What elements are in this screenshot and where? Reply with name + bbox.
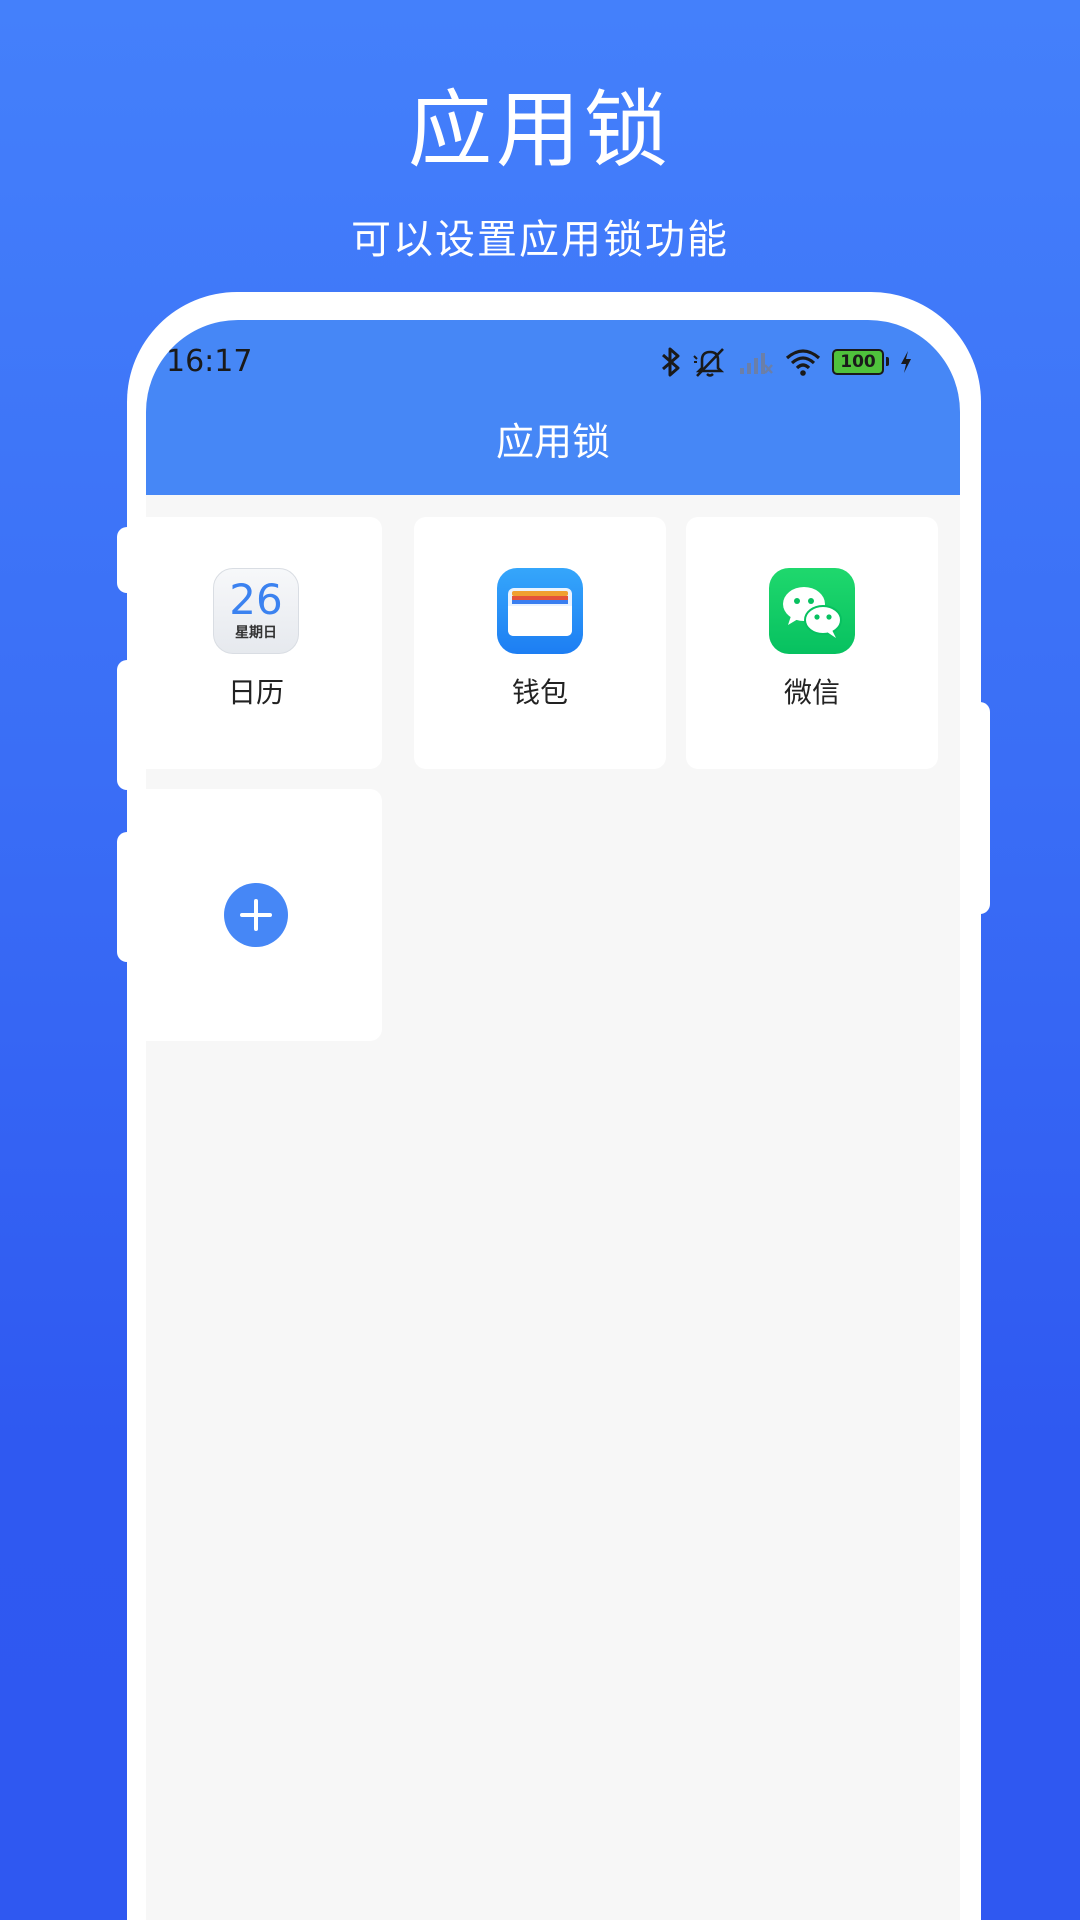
app-bar: 16:17 100 应用锁 [146, 320, 960, 495]
calendar-icon-date: 26 [229, 575, 283, 624]
bluetooth-icon [662, 347, 680, 377]
charging-icon [901, 351, 911, 373]
add-app-card[interactable] [146, 789, 382, 1041]
wifi-icon [785, 349, 821, 376]
phone-screen: 16:17 100 应用锁 26 星期日 日历 钱包 微信 [146, 320, 960, 1920]
status-time: 16:17 [166, 344, 253, 379]
app-card-wallet[interactable]: 钱包 [414, 517, 666, 769]
app-card-wechat[interactable]: 微信 [686, 517, 938, 769]
calendar-icon-weekday: 星期日 [235, 625, 277, 641]
signal-icon [740, 353, 773, 374]
battery-icon: 100 [832, 349, 889, 375]
app-label: 日历 [227, 676, 284, 709]
promo-page: 应用锁 可以设置应用锁功能 16:17 100 应用锁 26 星期日 日历 钱包… [0, 0, 1080, 1920]
calendar-icon: 26 星期日 [213, 568, 299, 654]
wallet-icon [497, 568, 583, 654]
status-icons: 100 [660, 342, 914, 382]
hero-title: 应用锁 [407, 81, 672, 179]
hero-subtitle: 可以设置应用锁功能 [351, 217, 729, 263]
app-label: 钱包 [511, 676, 568, 709]
app-label: 微信 [783, 676, 840, 709]
app-bar-title: 应用锁 [495, 420, 610, 464]
app-card-calendar[interactable]: 26 星期日 日历 [146, 517, 382, 769]
wechat-icon [769, 568, 855, 654]
plus-icon[interactable] [224, 883, 288, 947]
mute-icon [693, 348, 725, 377]
